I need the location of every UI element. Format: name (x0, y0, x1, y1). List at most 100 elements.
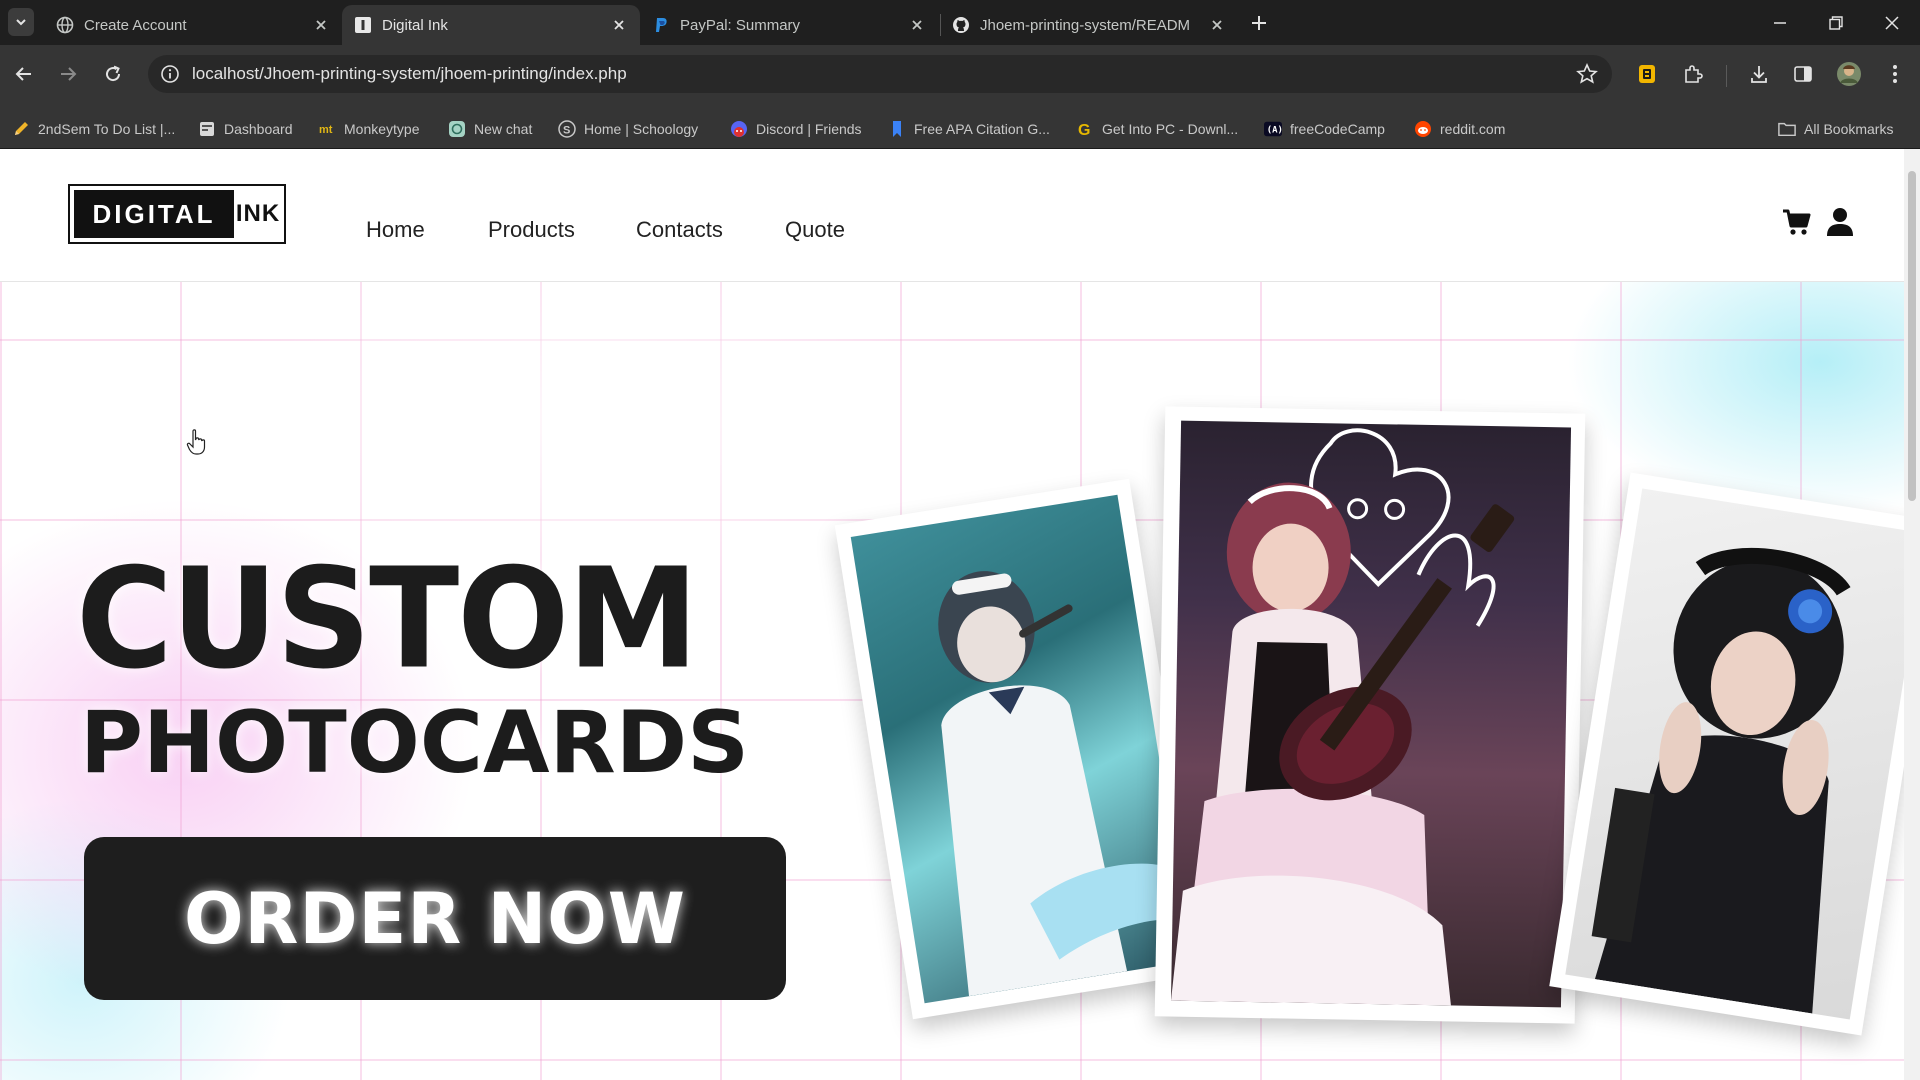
new-tab-button[interactable] (1246, 10, 1272, 36)
arrow-left-icon (15, 67, 31, 81)
scrollbar-thumb[interactable] (1908, 171, 1916, 501)
browser-menu-icon[interactable] (1882, 61, 1908, 87)
bookmark-label: All Bookmarks (1804, 121, 1894, 137)
svg-text:S: S (563, 125, 570, 137)
extension-honey-icon[interactable] (1634, 61, 1660, 87)
side-panel-icon[interactable] (1790, 61, 1816, 87)
bookmark-apa-citation[interactable]: Free APA Citation G... (888, 115, 1050, 143)
forward-button[interactable] (52, 58, 84, 90)
back-button[interactable] (8, 58, 40, 90)
reload-button[interactable] (97, 58, 129, 90)
nav-quote[interactable]: Quote (785, 217, 845, 243)
paypal-icon (652, 16, 670, 34)
close-tab-icon[interactable] (1208, 16, 1226, 34)
schoology-icon: S (558, 120, 576, 138)
bookmarks-bar: 2ndSem To Do List |... Dashboard mt Monk… (0, 110, 1920, 149)
freecodecamp-icon: (A) (1264, 120, 1282, 138)
logo-digital: DIGITAL (74, 190, 234, 238)
nav-products[interactable]: Products (488, 217, 575, 243)
bookmark-label: reddit.com (1440, 121, 1506, 137)
hero-banner: CUSTOM PHOTOCARDS ORDER NOW (0, 282, 1904, 1080)
bookmark-icon (888, 120, 906, 138)
photocard-right-image (1565, 488, 1904, 1020)
reddit-icon (1414, 120, 1432, 138)
dashboard-icon (198, 120, 216, 138)
minimize-icon (1774, 21, 1786, 24)
bookmark-label: 2ndSem To Do List |... (38, 121, 176, 137)
bookmark-label: Dashboard (224, 121, 293, 137)
tab-search-button[interactable] (8, 8, 34, 36)
bookmark-label: freeCodeCamp (1290, 121, 1385, 137)
restore-button[interactable] (1808, 0, 1864, 45)
g-icon: G (1076, 120, 1094, 138)
discord-icon (730, 120, 748, 138)
nav-home[interactable]: Home (366, 217, 425, 243)
github-icon (952, 16, 970, 34)
bookmark-freecodecamp[interactable]: (A) freeCodeCamp (1264, 115, 1385, 143)
tab-title: Create Account (84, 16, 187, 34)
download-icon[interactable] (1746, 61, 1772, 87)
bookmark-schoology[interactable]: S Home | Schoology (558, 115, 698, 143)
nav-contacts[interactable]: Contacts (636, 217, 723, 243)
pencil-icon (12, 120, 30, 138)
photocard-left-image (850, 494, 1192, 1004)
folder-icon (1778, 120, 1796, 138)
minimize-button[interactable] (1752, 0, 1808, 45)
tab-title: Jhoem-printing-system/READM (980, 16, 1191, 34)
bookmark-monkeytype[interactable]: mt Monkeytype (318, 115, 419, 143)
tab-create-account[interactable]: Create Account (44, 5, 342, 45)
all-bookmarks-folder[interactable]: All Bookmarks (1778, 115, 1893, 143)
tab-paypal-summary[interactable]: PayPal: Summary (640, 5, 938, 45)
tab-digital-ink[interactable]: Digital Ink (342, 5, 640, 45)
bookmark-getintopc[interactable]: G Get Into PC - Downl... (1076, 115, 1238, 143)
close-window-button[interactable] (1864, 0, 1920, 45)
globe-icon (56, 16, 74, 34)
profile-avatar[interactable] (1836, 61, 1862, 87)
bookmark-star-icon[interactable] (1576, 63, 1598, 85)
svg-text:(A): (A) (1267, 126, 1282, 136)
cart-icon[interactable] (1782, 207, 1812, 237)
restore-icon (1829, 15, 1843, 30)
site-logo[interactable]: DIGITAL INK (68, 184, 286, 244)
bookmark-new-chat[interactable]: New chat (448, 115, 532, 143)
bookmark-label: Home | Schoology (584, 121, 699, 137)
close-tab-icon[interactable] (908, 16, 926, 34)
photocard-center-image (1170, 420, 1572, 1008)
site-info-icon[interactable] (158, 62, 182, 86)
page-icon (354, 16, 372, 34)
url-text: localhost/Jhoem-printing-system/jhoem-pr… (192, 64, 627, 83)
hero-headline-photocards: PHOTOCARDS (80, 693, 750, 793)
close-tab-icon[interactable] (610, 16, 628, 34)
arrow-right-icon (61, 67, 77, 81)
bookmark-reddit[interactable]: reddit.com (1414, 115, 1505, 143)
mouse-cursor-icon (186, 429, 208, 455)
chat-icon (448, 120, 466, 138)
bookmark-label: Get Into PC - Downl... (1102, 121, 1239, 137)
extensions-puzzle-icon[interactable] (1680, 61, 1706, 87)
bookmark-label: Discord | Friends (756, 121, 862, 137)
bookmark-label: Free APA Citation G... (914, 121, 1050, 137)
chevron-down-icon (16, 19, 26, 26)
address-bar[interactable]: localhost/Jhoem-printing-system/jhoem-pr… (148, 55, 1612, 93)
tab-title: PayPal: Summary (680, 16, 801, 34)
browser-toolbar: localhost/Jhoem-printing-system/jhoem-pr… (0, 45, 1920, 110)
page-scrollbar[interactable] (1904, 149, 1920, 1080)
tab-github-readme[interactable]: Jhoem-printing-system/READM (940, 5, 1238, 45)
close-tab-icon[interactable] (312, 16, 330, 34)
hero-headline-custom: CUSTOM (76, 538, 699, 701)
logo-ink: INK (235, 200, 281, 227)
order-now-button[interactable]: ORDER NOW (84, 837, 786, 1000)
close-icon (1885, 15, 1899, 30)
bookmark-todo-list[interactable]: 2ndSem To Do List |... (12, 115, 175, 143)
bookmark-discord[interactable]: Discord | Friends (730, 115, 862, 143)
reload-icon (106, 65, 121, 82)
bookmark-dashboard[interactable]: Dashboard (198, 115, 293, 143)
site-header: DIGITAL INK Home Products Contacts Quote (0, 149, 1904, 282)
bookmark-label: New chat (474, 121, 533, 137)
tab-title: Digital Ink (382, 16, 448, 34)
bookmark-label: Monkeytype (344, 121, 420, 137)
tab-strip: Create Account Digital Ink PayPal: Summa… (0, 0, 1920, 45)
page-viewport: DIGITAL INK Home Products Contacts Quote… (0, 149, 1904, 1080)
user-icon[interactable] (1826, 207, 1856, 237)
svg-text:mt: mt (319, 124, 333, 136)
